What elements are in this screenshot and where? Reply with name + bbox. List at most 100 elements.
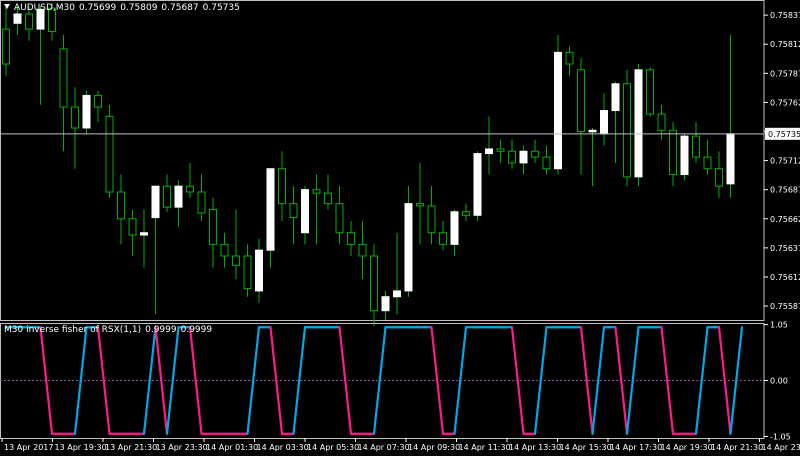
symbol-label: AUDUSD,M30 xyxy=(14,3,75,13)
candle xyxy=(243,244,252,297)
candle xyxy=(358,221,367,280)
candle xyxy=(117,174,125,245)
high-value: 0.75809 xyxy=(120,3,158,13)
candle xyxy=(220,232,229,268)
time-axis-label: 14 Apr 19:30 xyxy=(661,443,713,452)
candle xyxy=(209,197,217,268)
candle-body xyxy=(531,150,539,158)
candle-body xyxy=(439,232,447,245)
candle xyxy=(439,221,447,251)
candle xyxy=(554,34,562,175)
candle xyxy=(519,145,528,175)
candle-body xyxy=(519,150,528,164)
candle xyxy=(186,162,194,198)
candle xyxy=(404,186,413,297)
candle-body xyxy=(243,255,252,290)
price-axis-label: 0.75637 xyxy=(770,244,800,253)
candle-body xyxy=(542,156,551,170)
candle-body xyxy=(680,135,689,176)
candle xyxy=(82,90,91,134)
candle xyxy=(381,290,390,320)
open-value: 0.75699 xyxy=(78,3,117,13)
chevron-down-icon[interactable] xyxy=(4,4,10,9)
candle-body xyxy=(358,243,367,257)
candle-body xyxy=(703,156,712,170)
candle xyxy=(726,34,735,198)
price-axis-label: 0.75662 xyxy=(770,215,800,224)
candle-body xyxy=(312,189,321,194)
candle-body xyxy=(301,189,309,234)
indicator-value-1: 0.9999 xyxy=(145,325,177,335)
candle xyxy=(71,87,79,169)
candle-body xyxy=(565,51,574,65)
candle xyxy=(496,139,505,163)
candle xyxy=(370,244,378,326)
candle xyxy=(255,238,263,303)
candle xyxy=(416,162,424,245)
time-axis-label: 14 Apr 15:30 xyxy=(560,443,612,452)
candle-body xyxy=(393,290,401,298)
price-axis-label: 0.75787 xyxy=(770,69,800,78)
time-axis-label: 14 Apr 09:30 xyxy=(408,443,460,452)
time-axis-label: 13 Apr 21:30 xyxy=(105,443,157,452)
candle xyxy=(427,186,436,245)
indicator-title: M30 inverse fisher of RSX(1,1) xyxy=(4,325,142,335)
axis-layer: 0.758370.758120.757870.757620.757370.757… xyxy=(1,11,800,452)
candle-body xyxy=(646,69,654,115)
candle-body xyxy=(450,211,459,245)
candle xyxy=(289,186,298,245)
candle-body xyxy=(600,110,608,135)
close-value: 0.75735 xyxy=(202,3,240,13)
candle xyxy=(692,122,700,163)
candle xyxy=(531,139,539,163)
candle-body xyxy=(59,48,68,108)
candle-body xyxy=(657,113,666,131)
candle xyxy=(174,180,183,227)
indicator-segment xyxy=(188,326,203,435)
chart-canvas: 0.758370.758120.757870.757620.757370.757… xyxy=(0,0,800,452)
candle xyxy=(600,93,608,146)
candle xyxy=(588,128,597,187)
price-axis-label: 0.75587 xyxy=(770,302,800,311)
candle xyxy=(634,64,643,187)
candle xyxy=(105,104,114,198)
candle xyxy=(140,209,148,268)
candle-body xyxy=(197,191,206,214)
time-axis-label: 14 Apr 13:30 xyxy=(509,443,561,452)
candle-body xyxy=(163,185,171,208)
candle-body xyxy=(105,115,114,193)
indicator-header: M30 inverse fisher of RSX(1,1) 0.9999 0.99… xyxy=(4,325,216,335)
candle xyxy=(680,133,689,181)
candle-body xyxy=(715,168,723,187)
candle xyxy=(542,145,551,175)
price-pane xyxy=(0,0,765,326)
candle-body xyxy=(496,148,505,152)
indicator-segment xyxy=(591,326,606,435)
candle-body xyxy=(13,13,22,24)
candle xyxy=(646,67,654,117)
candle-body xyxy=(117,191,125,220)
candle xyxy=(669,122,677,187)
indicator-axis-label: 1.05 xyxy=(770,321,788,330)
price-axis-label: 0.75812 xyxy=(770,40,800,49)
candle-body xyxy=(209,208,217,245)
price-axis-label: 0.75712 xyxy=(770,157,800,166)
candle-body xyxy=(289,203,298,219)
indicator-axis-label: 0.00 xyxy=(770,377,788,386)
candle-body xyxy=(151,185,160,219)
time-axis-label: 14 Apr 01:30 xyxy=(206,443,258,452)
candle xyxy=(473,151,482,222)
indicator-axis-label: -1.05 xyxy=(770,432,791,441)
price-header: AUDUSD,M30 0.75699 0.75809 0.75687 0.75735 xyxy=(4,3,244,13)
indicator-segment xyxy=(372,326,387,435)
candle-body xyxy=(140,232,148,236)
time-axis-label: 13 Apr 23:30 xyxy=(156,443,208,452)
indicator-pane xyxy=(0,323,765,439)
candle-body xyxy=(82,94,91,129)
candle-body xyxy=(71,106,79,129)
candle xyxy=(462,203,470,222)
candle-body xyxy=(692,135,700,158)
time-axis-label: 14 Apr 03:30 xyxy=(257,443,309,452)
candle-body xyxy=(255,249,263,292)
candle xyxy=(301,186,309,245)
